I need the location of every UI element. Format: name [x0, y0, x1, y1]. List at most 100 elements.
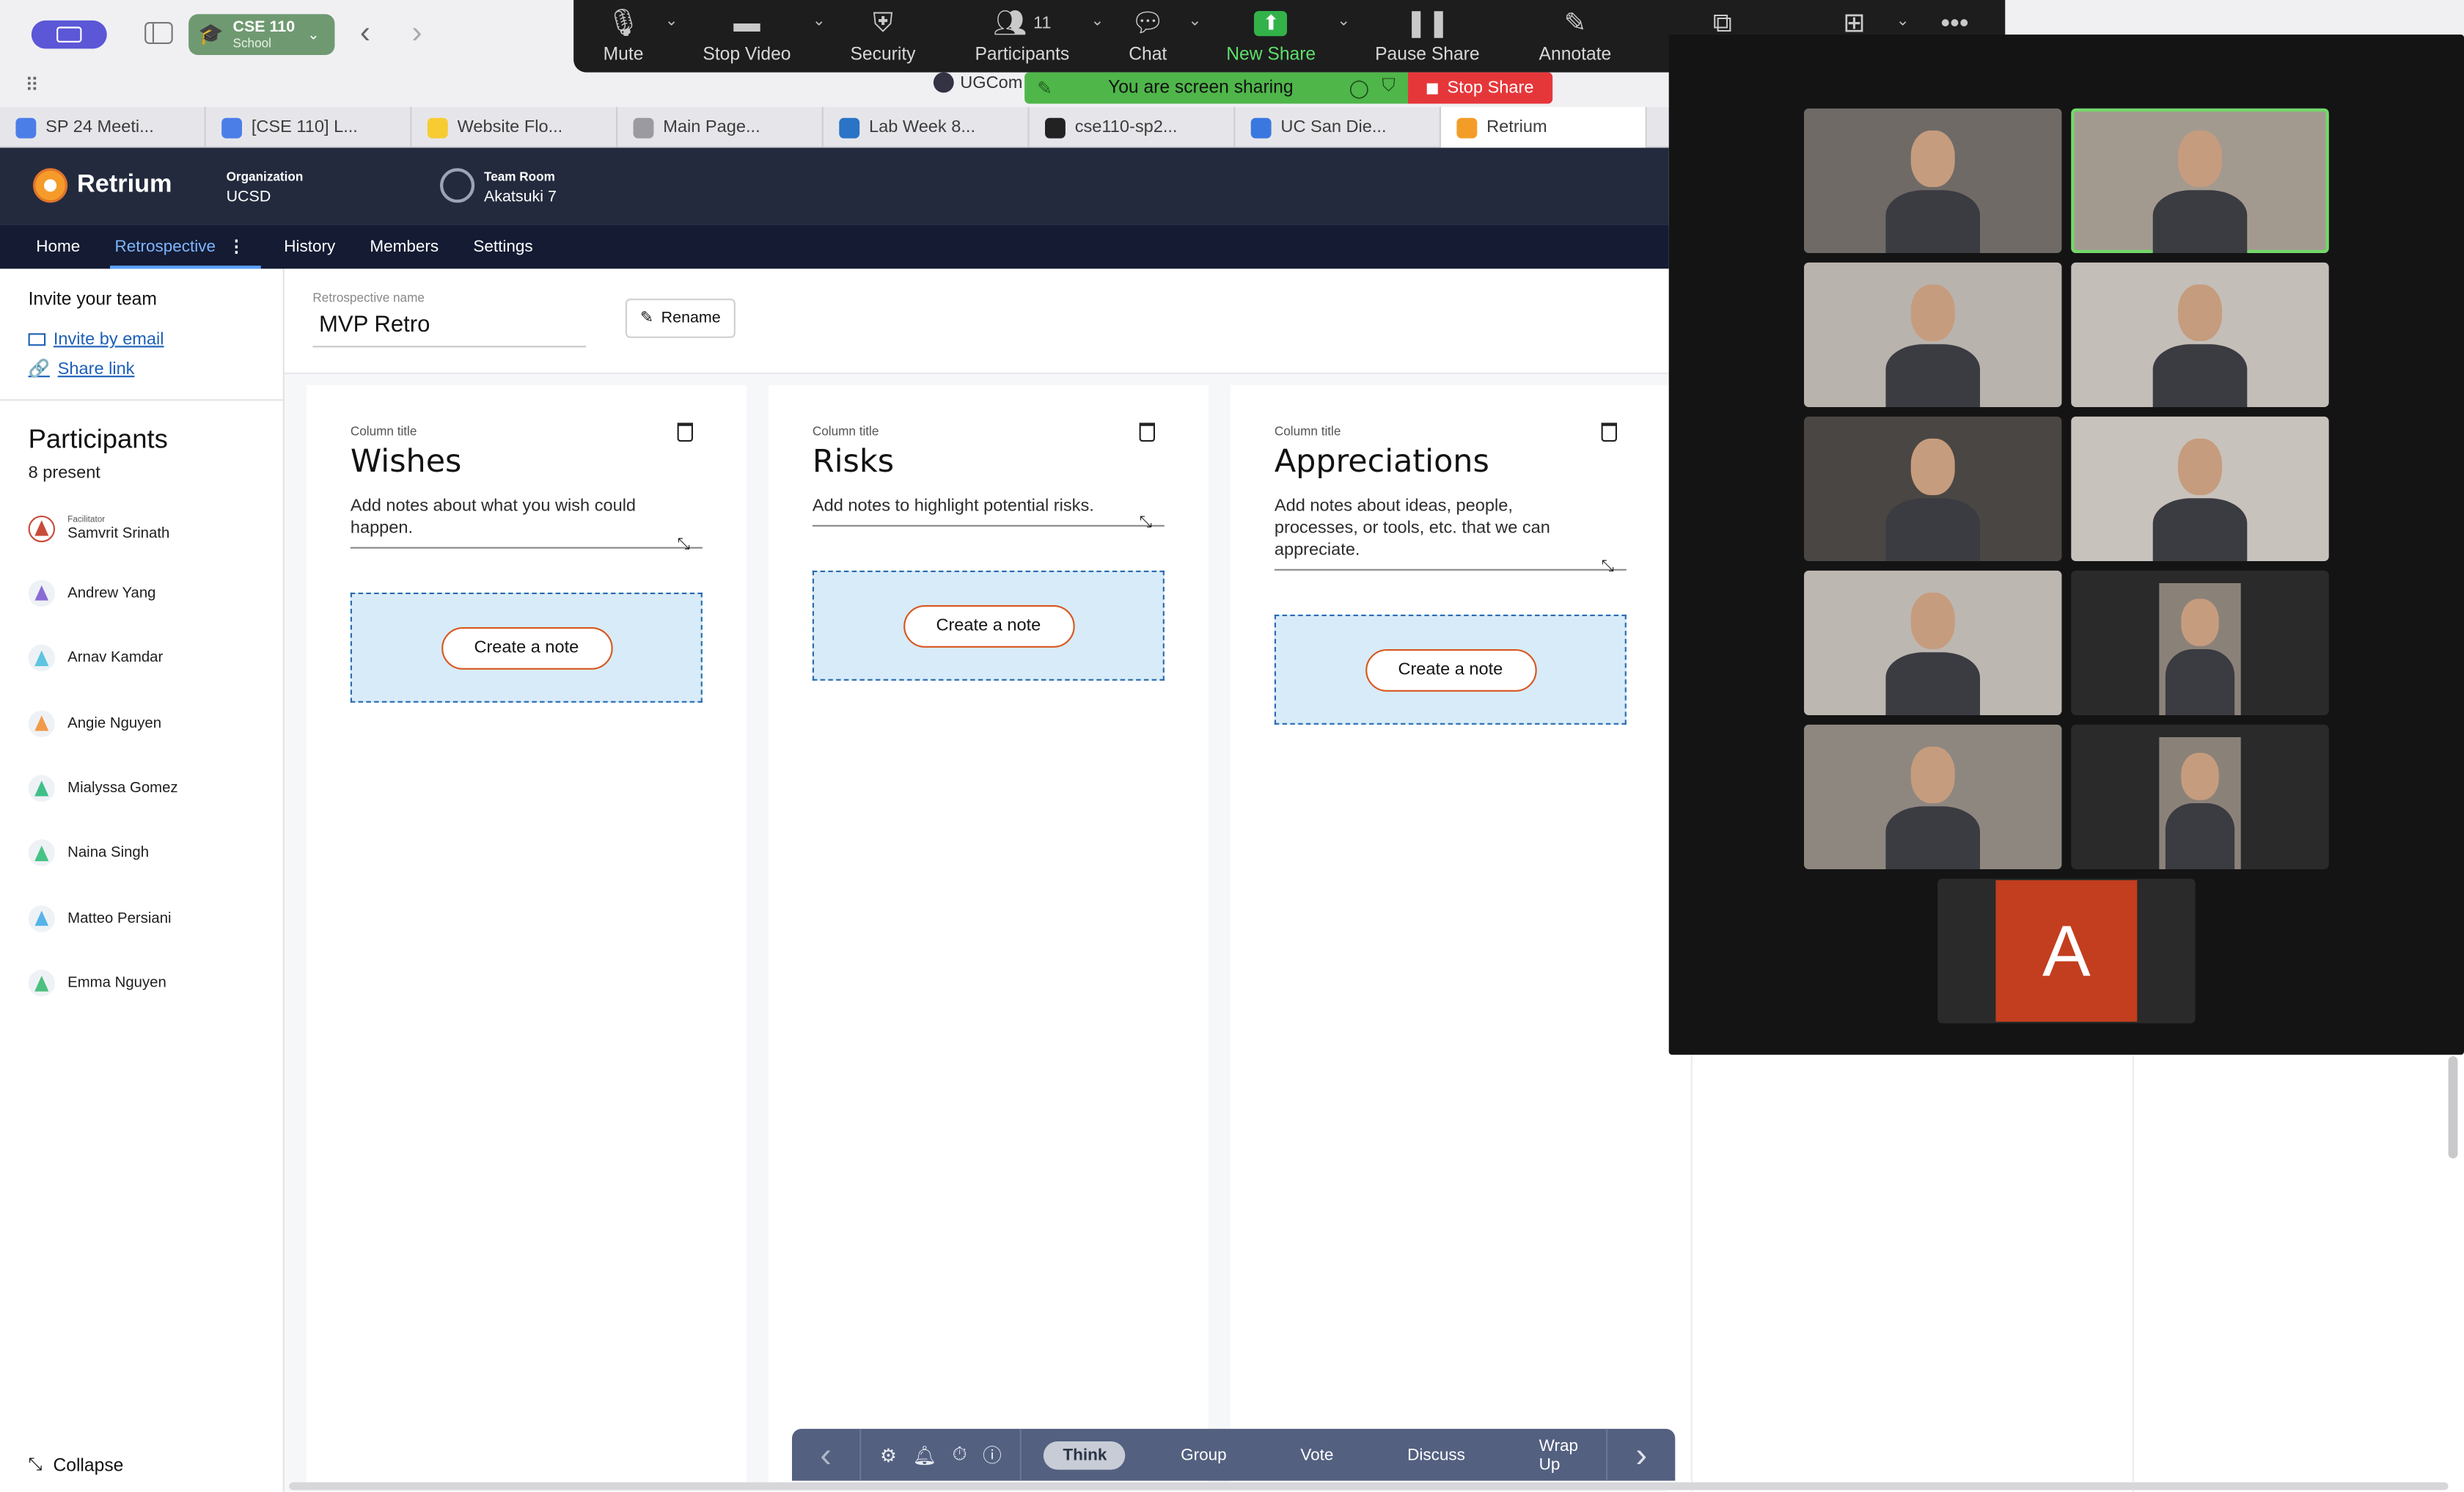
create-note-button[interactable]: Create a note — [903, 604, 1074, 647]
browser-tab[interactable]: Main Page... — [617, 106, 824, 148]
minimize-icon[interactable]: ⤡ — [678, 536, 690, 554]
video-tile[interactable] — [1804, 724, 2062, 869]
next-phase-button[interactable]: › — [1606, 1428, 1675, 1481]
nav-history[interactable]: History — [267, 224, 353, 268]
profile-button[interactable]: 🎓 CSE 110 School ⌄ — [188, 14, 335, 55]
chevron-down-icon[interactable]: ⌄ — [1337, 12, 1350, 30]
participants-title: Participants — [28, 424, 168, 455]
nav-retrospective[interactable]: Retrospective ⋮ — [98, 224, 260, 269]
sidebar-switch-button[interactable] — [31, 20, 107, 49]
gear-icon[interactable]: ⚙ — [880, 1444, 897, 1466]
stop-share-button[interactable]: Stop Share — [1408, 72, 1553, 104]
browser-tab[interactable]: Website Flo... — [411, 106, 618, 148]
column-title-label: Column title — [812, 424, 879, 439]
phase-wrap-up[interactable]: Wrap Up — [1520, 1436, 1606, 1473]
nav-settings[interactable]: Settings — [456, 224, 550, 268]
screen: 🎓 CSE 110 School ⌄ ‹ › ⠿ UGCom SP 24 Mee… — [0, 0, 2464, 1492]
column-title[interactable]: Appreciations — [1275, 442, 1489, 479]
figma-icon — [633, 117, 654, 138]
nav-home[interactable]: Home — [19, 224, 98, 268]
trash-icon[interactable] — [1601, 423, 1617, 442]
invite-email-link[interactable]: Invite by email — [28, 330, 164, 349]
person-silhouette — [1880, 580, 1987, 715]
trash-icon[interactable] — [677, 423, 693, 442]
back-arrow-icon[interactable]: ‹ — [360, 15, 370, 51]
profile-sub: School — [232, 36, 271, 51]
video-tile[interactable] — [1804, 262, 2062, 407]
nav-members[interactable]: Members — [353, 224, 456, 268]
video-tile[interactable] — [2071, 570, 2329, 715]
docs-icon — [221, 117, 242, 138]
column-title[interactable]: Risks — [813, 442, 894, 479]
pause-share-button[interactable]: ❚❚ Pause Share — [1375, 7, 1480, 65]
video-tile[interactable] — [2071, 108, 2329, 253]
browser-tab[interactable]: Lab Week 8... — [824, 106, 1030, 148]
annotate-button[interactable]: ✎ Annotate — [1539, 7, 1612, 65]
video-tile[interactable] — [2071, 262, 2329, 407]
column-description[interactable]: Add notes to highlight potential risks. — [812, 495, 1165, 527]
forward-arrow-icon[interactable]: › — [411, 15, 422, 51]
horizontal-scrollbar[interactable] — [289, 1482, 2449, 1491]
chevron-down-icon[interactable]: ⌄ — [1090, 12, 1104, 30]
phase-think[interactable]: Think — [1044, 1440, 1126, 1469]
chevron-down-icon[interactable]: ⌄ — [1896, 12, 1910, 30]
browser-tab[interactable]: SP 24 Meeti... — [0, 106, 206, 148]
column-description[interactable]: Add notes about what you wish could happ… — [350, 495, 703, 549]
browser-tab[interactable]: Retrium — [1440, 106, 1647, 148]
create-note-button[interactable]: Create a note — [1365, 648, 1536, 691]
phase-discuss[interactable]: Discuss — [1388, 1441, 1484, 1469]
tab-strip: SP 24 Meeti... [CSE 110] L... Website Flo.… — [0, 106, 1669, 148]
chevron-down-icon[interactable]: ⌄ — [1188, 12, 1201, 30]
video-tile-avatar[interactable]: A — [1937, 878, 2196, 1023]
participant-list: Facilitator Samvrit Srinath Andrew Yang Arn… — [28, 513, 280, 1034]
minimize-icon[interactable]: ⤡ — [1140, 514, 1152, 532]
participant-avatar — [28, 904, 55, 932]
share-link[interactable]: 🔗 Share link — [29, 359, 135, 379]
note-dropzone[interactable]: Create a note — [1274, 614, 1627, 725]
browser-tab[interactable]: [CSE 110] L... — [206, 106, 412, 148]
invite-title: Invite your team — [28, 290, 157, 310]
apps-grid-icon[interactable]: ⠿ — [25, 74, 39, 96]
phase-group[interactable]: Group — [1162, 1441, 1245, 1469]
timer-icon[interactable]: ⏱ — [953, 1443, 967, 1466]
retro-name-input[interactable]: MVP Retro — [312, 311, 587, 348]
chevron-down-icon[interactable]: ⌄ — [813, 12, 826, 30]
toolbar-label: Stop Video — [703, 45, 791, 65]
participants-icon: 👥︎ 11 — [993, 7, 1052, 38]
toolbar-label: Pause Share — [1375, 45, 1480, 65]
kebab-menu-icon[interactable]: ⋮ — [228, 238, 245, 257]
chevron-down-icon[interactable]: ⌄ — [665, 12, 678, 30]
minimize-icon[interactable]: ⤡ — [1602, 558, 1614, 576]
video-tile[interactable] — [2071, 416, 2329, 561]
info-icon[interactable]: ⓘ — [983, 1441, 1002, 1468]
column-title[interactable]: Wishes — [351, 442, 462, 479]
note-dropzone[interactable]: Create a note — [350, 592, 703, 703]
video-tile[interactable] — [1804, 108, 2062, 253]
trash-icon[interactable] — [1139, 423, 1155, 442]
participants-button[interactable]: 👥︎ 11 Participants ⌄ — [975, 7, 1104, 65]
security-button[interactable]: ⛨ Security — [850, 7, 915, 65]
stop-video-button[interactable]: ▬ Stop Video ⌄ — [703, 7, 825, 65]
note-dropzone[interactable]: Create a note — [812, 570, 1165, 681]
phase-vote[interactable]: Vote — [1282, 1441, 1352, 1469]
prev-phase-button[interactable]: ‹ — [792, 1428, 862, 1481]
vertical-scrollbar[interactable] — [2448, 1056, 2458, 1159]
rename-button[interactable]: ✎ Rename — [625, 299, 736, 338]
column-description[interactable]: Add notes about ideas, people, processes… — [1274, 495, 1627, 571]
mute-button[interactable]: 🎙︎ Mute ⌄ — [604, 7, 678, 65]
video-tile[interactable] — [1804, 570, 2062, 715]
tab-label: Retrium — [1486, 117, 1547, 137]
collapse-button[interactable]: ⤡ Collapse — [29, 1455, 124, 1476]
sidebar-toggle-icon[interactable] — [144, 22, 173, 44]
browser-tab[interactable]: UC San Die... — [1235, 106, 1441, 148]
browser-tab[interactable]: cse110-sp2... — [1030, 106, 1236, 148]
bell-icon[interactable]: 🔔︎ — [912, 1444, 936, 1466]
retrium-logo[interactable]: Retrium — [33, 168, 172, 203]
video-tile[interactable] — [1804, 416, 2062, 561]
team-room-info[interactable]: Team Room Akatsuki 7 — [484, 169, 557, 205]
video-camera-icon: ▬ — [733, 7, 760, 38]
new-share-button[interactable]: ⬆ New Share ⌄ — [1226, 7, 1350, 65]
create-note-button[interactable]: Create a note — [441, 626, 612, 669]
video-tile[interactable] — [2071, 724, 2329, 869]
chat-button[interactable]: 💬︎ Chat ⌄ — [1129, 7, 1201, 65]
